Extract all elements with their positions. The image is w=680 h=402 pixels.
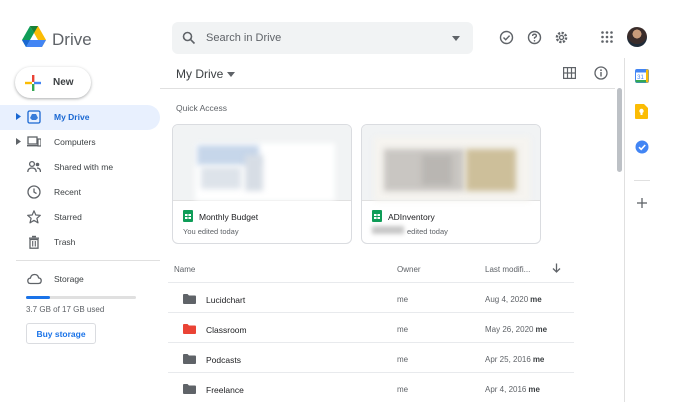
file-modified: Apr 25, 2016 me [485, 355, 545, 364]
search-icon[interactable] [182, 31, 196, 45]
storage-progress-fill [26, 296, 51, 299]
clock-icon [27, 185, 41, 199]
shared-icon [27, 160, 41, 174]
quick-access-card-adinventory[interactable]: ADInventory edited today [361, 124, 541, 244]
file-thumbnail [362, 125, 540, 201]
scrollbar-thumb[interactable] [617, 88, 622, 172]
table-row[interactable]: Podcasts me Apr 25, 2016 me [168, 342, 574, 372]
sort-arrow-down-icon[interactable] [552, 263, 561, 273]
svg-text:31: 31 [637, 75, 644, 81]
sheets-icon [183, 210, 193, 222]
cloud-icon [27, 272, 42, 286]
app-header: Drive Search in Drive [0, 0, 680, 58]
folder-icon [183, 384, 196, 394]
sidebar-item-recent[interactable]: Recent [0, 180, 160, 205]
computers-icon [27, 135, 41, 149]
sidebar-item-storage[interactable]: Storage [0, 267, 160, 292]
file-name: Classroom [206, 325, 247, 335]
expand-arrow-icon[interactable] [16, 138, 21, 145]
sidebar-item-trash[interactable]: Trash [0, 230, 160, 255]
star-icon [27, 210, 41, 224]
card-subtitle: edited today [407, 227, 448, 236]
keep-icon[interactable] [635, 104, 648, 119]
help-icon[interactable] [527, 30, 542, 45]
grid-view-icon[interactable] [563, 67, 576, 79]
card-title: Monthly Budget [199, 212, 259, 222]
column-header-owner[interactable]: Owner [397, 265, 421, 274]
file-owner: me [397, 295, 409, 304]
buy-storage-button[interactable]: Buy storage [26, 323, 96, 344]
sheets-icon [372, 210, 382, 222]
search-input[interactable]: Search in Drive [206, 32, 281, 44]
apps-grid-icon[interactable] [601, 31, 613, 43]
sidebar-item-my-drive[interactable]: My Drive [0, 105, 160, 130]
my-drive-icon [27, 110, 41, 124]
brand-name: Drive [52, 30, 92, 49]
add-addon-icon[interactable] [636, 197, 648, 209]
toolbar-divider [160, 88, 615, 89]
sidebar-item-shared-with-me[interactable]: Shared with me [0, 155, 160, 180]
redacted-editor-name [372, 226, 404, 234]
sidebar-item-label: My Drive [54, 112, 90, 122]
calendar-icon[interactable]: 31 [635, 69, 649, 83]
quick-access-heading: Quick Access [176, 103, 228, 113]
table-row[interactable]: Lucidchart me Aug 4, 2020 me [168, 282, 574, 312]
offline-check-icon[interactable] [499, 30, 514, 45]
card-subtitle: You edited today [183, 227, 239, 236]
sidebar-item-label: Shared with me [54, 162, 114, 172]
file-modified: Apr 4, 2016 me [485, 385, 540, 394]
file-owner: me [397, 355, 409, 364]
sidebar-item-label: Starred [54, 212, 82, 222]
storage-usage-text: 3.7 GB of 17 GB used [26, 305, 105, 314]
side-panel-divider [624, 58, 625, 402]
title-dropdown-icon[interactable] [227, 72, 235, 77]
file-modified: May 26, 2020 me [485, 325, 548, 334]
sidebar-item-label: Computers [54, 137, 96, 147]
search-box[interactable]: Search in Drive [172, 22, 473, 54]
search-options-icon[interactable] [452, 36, 460, 41]
column-header-modified[interactable]: Last modifi... [485, 265, 530, 274]
file-owner: me [397, 385, 409, 394]
tasks-icon[interactable] [635, 140, 649, 154]
avatar[interactable] [627, 27, 647, 47]
folder-icon [183, 294, 196, 304]
expand-arrow-icon[interactable] [16, 113, 21, 120]
file-thumbnail [173, 125, 351, 201]
file-name: Freelance [206, 385, 244, 395]
storage-progress-bar [26, 296, 136, 299]
file-list-header: Name Owner Last modifi... [174, 262, 574, 276]
card-title: ADInventory [388, 212, 435, 222]
sidebar-item-label: Storage [54, 274, 84, 284]
sidebar-item-label: Recent [54, 187, 81, 197]
quick-access-card-monthly-budget[interactable]: Monthly Budget You edited today [172, 124, 352, 244]
sidebar-item-label: Trash [54, 237, 76, 247]
sidebar-item-computers[interactable]: Computers [0, 130, 160, 155]
sidebar-divider [16, 260, 160, 261]
table-row[interactable]: Freelance me Apr 4, 2016 me [168, 372, 574, 402]
file-owner: me [397, 325, 409, 334]
drive-logo-icon[interactable] [22, 26, 46, 47]
folder-icon [183, 324, 196, 334]
plus-icon [25, 75, 41, 91]
trash-icon [27, 235, 41, 249]
new-button-label: New [53, 77, 74, 88]
new-button[interactable]: New [15, 67, 91, 98]
file-name: Lucidchart [206, 295, 246, 305]
table-row[interactable]: Classroom me May 26, 2020 me [168, 312, 574, 342]
settings-icon[interactable] [554, 30, 569, 45]
side-panel-separator [634, 180, 650, 181]
sidebar-item-starred[interactable]: Starred [0, 205, 160, 230]
column-header-name[interactable]: Name [174, 265, 195, 274]
file-name: Podcasts [206, 355, 241, 365]
file-modified: Aug 4, 2020 me [485, 295, 542, 304]
info-icon[interactable] [594, 66, 608, 80]
page-title[interactable]: My Drive [176, 67, 223, 81]
folder-icon [183, 354, 196, 364]
